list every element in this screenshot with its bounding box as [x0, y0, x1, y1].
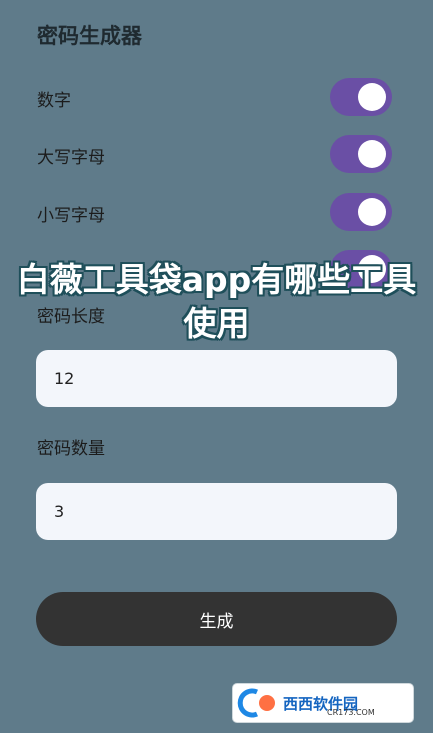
count-label: 密码数量: [37, 439, 105, 459]
count-input[interactable]: 3: [36, 483, 397, 540]
watermark-sub: CR173.COM: [327, 708, 375, 717]
digits-toggle[interactable]: [330, 78, 392, 116]
overlay-caption: 白薇工具袋app有哪些工具 使用: [0, 258, 433, 346]
length-input[interactable]: 12: [36, 350, 397, 407]
generate-button[interactable]: 生成: [36, 592, 397, 646]
option-row-uppercase: 大写字母: [0, 133, 433, 177]
option-row-lowercase: 小写字母: [0, 191, 433, 235]
overlay-line-1: 白薇工具袋app有哪些工具: [16, 260, 417, 299]
option-row-digits: 数字: [0, 76, 433, 120]
lowercase-toggle[interactable]: [330, 193, 392, 231]
overlay-line-2: 使用: [183, 304, 250, 343]
toggle-knob: [358, 198, 386, 226]
option-label: 小写字母: [37, 206, 105, 226]
option-label: 数字: [37, 91, 71, 111]
watermark-logo-icon: [237, 688, 275, 718]
watermark-badge: 西西软件园 CR173.COM: [233, 684, 413, 722]
toggle-knob: [358, 140, 386, 168]
uppercase-toggle[interactable]: [330, 135, 392, 173]
toggle-knob: [358, 83, 386, 111]
page-title: 密码生成器: [37, 24, 142, 48]
option-label: 大写字母: [37, 148, 105, 168]
